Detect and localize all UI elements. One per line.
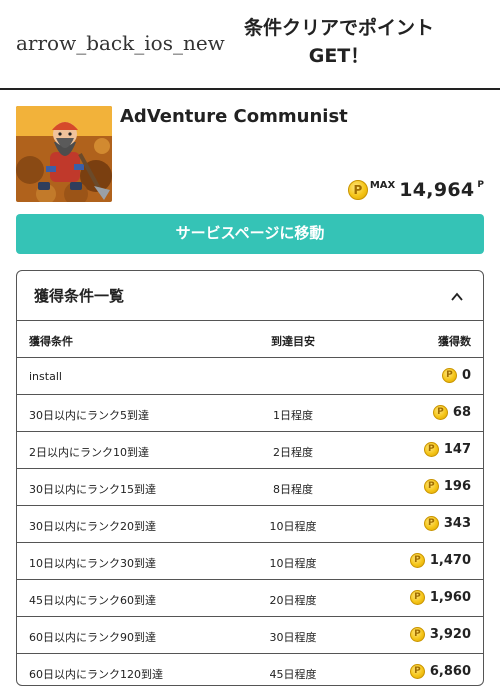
point-coin-icon: P bbox=[423, 479, 439, 494]
table-row: 60日以内にランク120到達 45日程度 P 6,860 bbox=[17, 654, 483, 685]
estimate-text: 45日程度 bbox=[269, 668, 317, 681]
table-row: install P0 bbox=[17, 358, 483, 395]
conditions-panel: 獲得条件一覧 獲得条件 到達目安 獲得数 install P0 30日以内にラン… bbox=[16, 270, 484, 686]
condition-text: 45日以内にランク60到達 bbox=[29, 594, 156, 607]
points-cell: P 343 bbox=[423, 516, 471, 531]
table-row: 2日以内にランク10到達 2日程度 P 147 bbox=[17, 432, 483, 469]
col-header-estimate: 到達目安 bbox=[271, 335, 315, 348]
point-coin-icon: P bbox=[423, 516, 439, 531]
points-cell: P 3,920 bbox=[409, 627, 471, 642]
points-value: 1,470 bbox=[429, 553, 471, 568]
estimate-text: 10日程度 bbox=[269, 520, 317, 533]
points-value: 196 bbox=[443, 479, 471, 494]
points-cell: P0 bbox=[441, 368, 471, 383]
top-header: arrow_back_ios_new 条件クリアでポイントGET！ bbox=[0, 0, 500, 90]
condition-text: 30日以内にランク5到達 bbox=[29, 409, 149, 422]
condition-text: 2日以内にランク10到達 bbox=[29, 446, 149, 459]
point-coin-icon: P bbox=[423, 442, 439, 457]
app-icon-illustration bbox=[16, 106, 112, 202]
condition-text: install bbox=[29, 370, 62, 383]
point-coin-icon: P bbox=[347, 180, 368, 200]
point-coin-icon: P bbox=[409, 590, 425, 605]
table-row: 10日以内にランク30到達 10日程度 P 1,470 bbox=[17, 543, 483, 580]
point-coin-icon: P bbox=[409, 664, 425, 679]
back-button[interactable]: arrow_back_ios_new bbox=[16, 31, 225, 55]
col-header-condition: 獲得条件 bbox=[29, 335, 73, 348]
condition-text: 60日以内にランク120到達 bbox=[29, 668, 163, 681]
points-value: 3,920 bbox=[429, 627, 471, 642]
points-value: 68 bbox=[452, 405, 471, 420]
condition-text: 30日以内にランク20到達 bbox=[29, 520, 156, 533]
points-value: 343 bbox=[443, 516, 471, 531]
points-unit: P bbox=[477, 180, 484, 190]
service-page-button[interactable]: サービスページに移動 bbox=[16, 214, 484, 254]
estimate-text: 2日程度 bbox=[273, 446, 313, 459]
points-cell: P 68 bbox=[432, 405, 471, 420]
estimate-text: 8日程度 bbox=[273, 483, 313, 496]
points-cell: P 1,960 bbox=[409, 590, 471, 605]
points-cell: P 6,860 bbox=[409, 664, 471, 679]
app-icon bbox=[16, 106, 112, 202]
max-points: P MAX 14,964 P bbox=[347, 178, 484, 202]
estimate-text: 30日程度 bbox=[269, 631, 317, 644]
page-title: 条件クリアでポイントGET！ bbox=[243, 17, 434, 67]
estimate-text: 1日程度 bbox=[273, 409, 313, 422]
point-coin-icon: P bbox=[432, 405, 448, 420]
max-points-value: 14,964 bbox=[399, 179, 475, 201]
conditions-title: 獲得条件一覧 bbox=[34, 287, 125, 305]
points-value: 0 bbox=[461, 368, 471, 383]
point-coin-icon: P bbox=[441, 368, 457, 383]
point-coin-icon: P bbox=[409, 627, 425, 642]
points-value: 1,960 bbox=[429, 590, 471, 605]
points-cell: P 1,470 bbox=[409, 553, 471, 568]
chevron-up-icon bbox=[451, 292, 463, 301]
table-row: 30日以内にランク5到達 1日程度 P 68 bbox=[17, 395, 483, 432]
table-row: 45日以内にランク60到達 20日程度 P 1,960 bbox=[17, 580, 483, 617]
points-cell: P 196 bbox=[423, 479, 471, 494]
estimate-text: 20日程度 bbox=[269, 594, 317, 607]
table-header: 獲得条件 到達目安 獲得数 bbox=[17, 321, 483, 358]
app-name: AdVenture Communist bbox=[120, 106, 348, 127]
max-label: MAX bbox=[369, 180, 396, 191]
points-value: 6,860 bbox=[429, 664, 471, 679]
condition-text: 60日以内にランク90到達 bbox=[29, 631, 156, 644]
col-header-points: 獲得数 bbox=[438, 335, 471, 348]
condition-text: 30日以内にランク15到達 bbox=[29, 483, 156, 496]
conditions-toggle[interactable]: 獲得条件一覧 bbox=[17, 271, 483, 321]
table-row: 30日以内にランク20到達 10日程度 P 343 bbox=[17, 506, 483, 543]
points-value: 147 bbox=[443, 442, 471, 457]
point-coin-icon: P bbox=[409, 553, 425, 568]
points-cell: P 147 bbox=[423, 442, 471, 457]
table-row: 60日以内にランク90到達 30日程度 P 3,920 bbox=[17, 617, 483, 654]
table-row: 30日以内にランク15到達 8日程度 P 196 bbox=[17, 469, 483, 506]
estimate-text: 10日程度 bbox=[269, 557, 317, 570]
condition-text: 10日以内にランク30到達 bbox=[29, 557, 156, 570]
